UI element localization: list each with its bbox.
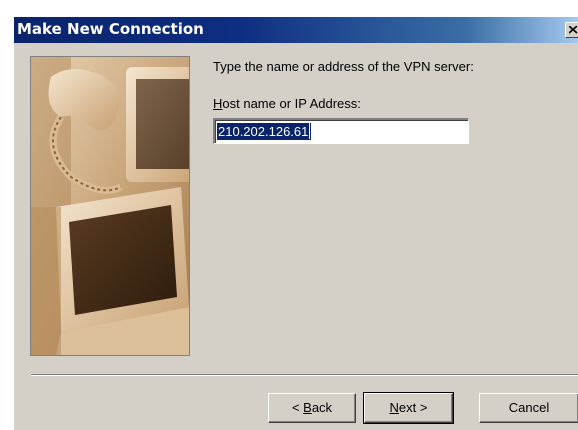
back-button-mnemonic: B <box>303 400 312 415</box>
make-new-connection-dialog: Make New Connection Type the name or add… <box>13 16 578 430</box>
back-button[interactable]: < Back <box>268 393 356 423</box>
close-button[interactable] <box>565 22 578 38</box>
server-prompt-text: Type the name or address of the VPN serv… <box>213 59 474 74</box>
text-caret <box>309 123 311 139</box>
host-label-mnemonic: H <box>213 96 223 111</box>
next-button[interactable]: Next > <box>363 392 454 424</box>
cancel-button[interactable]: Cancel <box>479 393 578 423</box>
window-title: Make New Connection <box>17 20 204 38</box>
host-label-rest: ost name or IP Address: <box>222 96 361 111</box>
host-address-value: 210.202.126.61 <box>218 124 309 139</box>
host-address-input[interactable]: 210.202.126.61 <box>213 118 469 144</box>
button-divider <box>31 374 578 376</box>
close-icon <box>569 26 578 34</box>
host-address-selected-text: 210.202.126.61 <box>217 123 312 140</box>
wizard-illustration <box>30 56 190 356</box>
back-button-prefix: < <box>291 400 304 415</box>
next-button-mnemonic: N <box>389 400 399 415</box>
next-button-rest: ext > <box>398 400 428 415</box>
back-button-rest: ack <box>311 400 333 415</box>
host-field-label: Host name or IP Address: <box>213 96 361 111</box>
title-bar[interactable]: Make New Connection <box>14 17 578 43</box>
